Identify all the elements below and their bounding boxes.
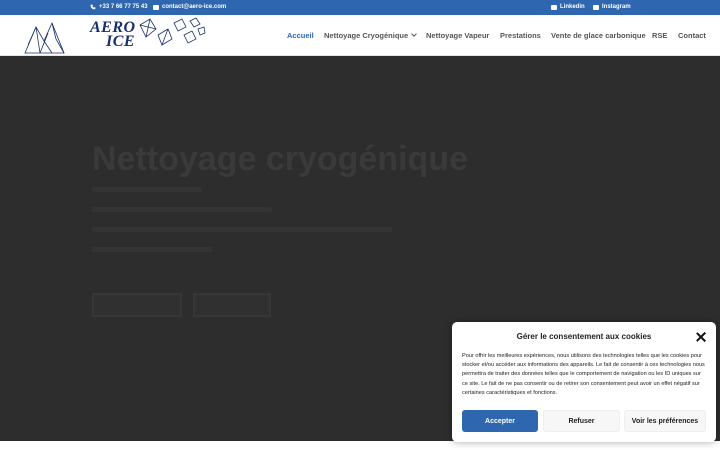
- linkedin-label: Linkedin: [560, 4, 585, 10]
- site-logo[interactable]: AERO ICE: [22, 15, 207, 56]
- chevron-down-icon: [411, 31, 418, 37]
- linkedin-icon: [551, 4, 557, 10]
- nav-label: Nettoyage Cryogénique: [324, 31, 409, 40]
- preferences-button[interactable]: Voir les préférences: [624, 410, 706, 432]
- nav-item-rse[interactable]: RSE: [652, 15, 667, 56]
- nav-label: Prestations: [500, 31, 541, 40]
- nav-label: RSE: [652, 31, 668, 40]
- nav-label: Vente de glace carbonique: [551, 31, 646, 40]
- nav-label: Accueil: [287, 31, 314, 40]
- hero-text-line: [92, 227, 392, 232]
- site-header: AERO ICE Accueil Nettoyage Cryogénique N…: [0, 15, 720, 56]
- nav-item-nettoyage-cryogenique[interactable]: Nettoyage Cryogénique: [324, 15, 418, 56]
- mail-icon: [153, 4, 159, 10]
- top-bar: +33 7 66 77 75 43 contact@aero-ice.com L…: [0, 0, 720, 15]
- hero-secondary-button[interactable]: [193, 293, 271, 317]
- logo-line-2: ICE: [106, 33, 136, 50]
- refuse-button[interactable]: Refuser: [543, 410, 620, 432]
- nav-item-accueil[interactable]: Accueil: [287, 15, 314, 56]
- instagram-label: Instagram: [602, 4, 631, 10]
- nav-item-vente-glace[interactable]: Vente de glace carbonique: [551, 15, 646, 56]
- nav-item-nettoyage-vapeur[interactable]: Nettoyage Vapeur: [426, 15, 489, 56]
- cookie-title: Gérer le consentement aux cookies: [516, 332, 652, 341]
- email-address: contact@aero-ice.com: [162, 4, 227, 10]
- hero-title: Nettoyage cryogénique: [92, 140, 468, 178]
- linkedin-link[interactable]: Linkedin: [551, 4, 585, 10]
- cookie-consent-dialog: Gérer le consentement aux cookies Pour o…: [452, 322, 716, 442]
- nav-label: Nettoyage Vapeur: [426, 31, 490, 40]
- hero-primary-button[interactable]: [92, 293, 182, 317]
- hero-text-line: [92, 207, 272, 212]
- instagram-icon: [593, 4, 599, 10]
- phone-link[interactable]: +33 7 66 77 75 43: [90, 4, 148, 10]
- hero-text-line: [92, 187, 202, 192]
- close-icon[interactable]: [696, 332, 706, 342]
- nav-label: Contact: [678, 31, 706, 40]
- nav-item-contact[interactable]: Contact: [678, 15, 706, 56]
- email-link[interactable]: contact@aero-ice.com: [153, 4, 226, 10]
- hero-text-line: [92, 247, 212, 252]
- nav-item-prestations[interactable]: Prestations: [500, 15, 541, 56]
- page-bottom-strip: [0, 441, 720, 450]
- accept-button[interactable]: Accepter: [462, 410, 538, 432]
- instagram-link[interactable]: Instagram: [593, 4, 631, 10]
- phone-number: +33 7 66 77 75 43: [99, 4, 148, 10]
- cookie-description: Pour offrir les meilleures expériences, …: [462, 353, 705, 396]
- phone-icon: [90, 4, 96, 10]
- logo-text: AERO ICE: [90, 20, 136, 50]
